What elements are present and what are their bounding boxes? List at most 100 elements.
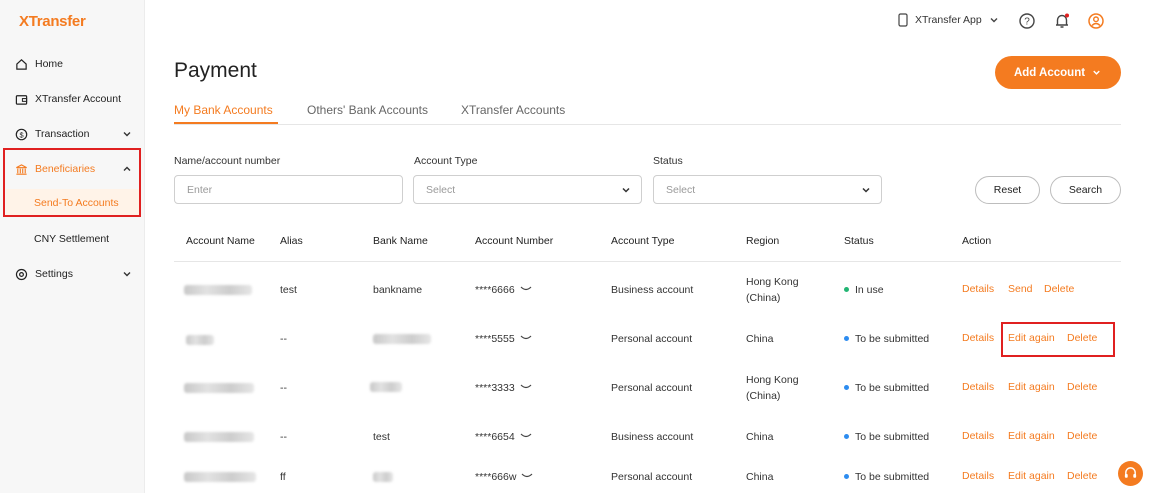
xtransfer-logo[interactable]: XTransfer — [19, 13, 86, 30]
sidebar-item-label: Transaction — [35, 128, 90, 140]
status-select[interactable]: Select — [653, 175, 882, 204]
account-number-text: ****666w — [475, 471, 517, 483]
account-number-cell: ****6654 — [475, 430, 532, 445]
bank-name-cell: bankname — [373, 284, 423, 296]
tab-my-bank-accounts[interactable]: My Bank Accounts — [174, 103, 273, 117]
search-button[interactable]: Search — [1050, 176, 1121, 204]
eye-closed-icon[interactable] — [520, 432, 532, 440]
alias-cell: -- — [280, 431, 287, 443]
region-cell: China — [746, 471, 774, 483]
tab-xtransfer-accounts[interactable]: XTransfer Accounts — [461, 103, 565, 117]
column-header-alias: Alias — [280, 235, 303, 247]
gear-icon — [14, 267, 28, 281]
svg-text:$: $ — [19, 130, 23, 139]
edit-again-link[interactable]: Edit again — [1008, 430, 1055, 442]
edit-again-link[interactable]: Edit again — [1008, 381, 1055, 393]
tab-others-bank-accounts[interactable]: Others' Bank Accounts — [307, 103, 428, 117]
status-text: To be submitted — [855, 431, 930, 443]
account-type-cell: Personal account — [611, 471, 693, 483]
redacted-account-name — [184, 432, 254, 442]
bank-name-cell: test — [373, 431, 390, 443]
status-dot — [844, 473, 849, 479]
delete-link[interactable]: Delete — [1067, 430, 1097, 442]
customer-support-button[interactable] — [1118, 461, 1143, 486]
details-link[interactable]: Details — [962, 332, 994, 344]
sidebar-item-label: XTransfer Account — [35, 93, 121, 105]
status-cell: To be submitted — [844, 470, 929, 485]
delete-link[interactable]: Delete — [1044, 283, 1074, 295]
account-type-cell: Personal account — [611, 382, 693, 394]
redacted-account-name — [186, 335, 214, 345]
alias-cell: ff — [280, 471, 286, 483]
account-type-cell: Business account — [611, 431, 694, 443]
region-cell-line2: (China) — [746, 292, 781, 304]
page-title: Payment — [174, 59, 257, 82]
help-icon[interactable]: ? — [1018, 12, 1036, 30]
status-value: Select — [666, 183, 696, 196]
column-header-account-type: Account Type — [611, 235, 675, 247]
status-filter-label: Status — [653, 155, 683, 167]
account-type-cell: Business account — [611, 284, 694, 296]
account-number-text: ****6654 — [475, 431, 515, 443]
account-number-text: ****5555 — [475, 333, 515, 345]
account-number-cell: ****3333 — [475, 381, 532, 396]
account-type-label: Account Type — [414, 155, 478, 167]
tab-bar: My Bank Accounts Others' Bank Accounts X… — [174, 100, 1121, 125]
details-link[interactable]: Details — [962, 283, 994, 295]
account-type-select[interactable]: Select — [413, 175, 642, 204]
sidebar-item-home[interactable]: Home — [0, 52, 145, 76]
region-cell: China — [746, 333, 774, 345]
status-dot — [844, 335, 849, 341]
details-link[interactable]: Details — [962, 470, 994, 482]
account-number-text: ****3333 — [475, 382, 515, 394]
eye-closed-icon[interactable] — [520, 285, 532, 293]
add-account-button[interactable]: Add Account — [995, 56, 1121, 89]
send-link[interactable]: Send — [1008, 283, 1033, 295]
sidebar-item-label: Home — [35, 58, 64, 70]
chevron-down-icon — [123, 272, 131, 277]
column-header-status: Status — [844, 235, 874, 247]
eye-closed-icon[interactable] — [521, 472, 533, 480]
user-avatar-icon[interactable] — [1087, 12, 1105, 30]
status-cell: To be submitted — [844, 332, 929, 347]
account-number-text: ****6666 — [475, 284, 515, 296]
chevron-down-icon — [990, 18, 998, 23]
status-dot — [844, 433, 849, 439]
status-cell: To be submitted — [844, 381, 929, 396]
chevron-down-icon — [622, 187, 630, 193]
account-type-value: Select — [426, 183, 456, 196]
dollar-circle-icon: $ — [14, 127, 28, 141]
account-type-cell: Personal account — [611, 333, 693, 345]
alias-cell: -- — [280, 382, 287, 394]
redacted-account-name — [184, 383, 254, 393]
status-cell: In use — [844, 283, 884, 298]
svg-text:?: ? — [1024, 17, 1030, 28]
status-text: To be submitted — [855, 382, 930, 394]
status-cell: To be submitted — [844, 430, 929, 445]
details-link[interactable]: Details — [962, 430, 994, 442]
chevron-down-icon — [862, 187, 870, 193]
account-number-cell: ****6666 — [475, 283, 532, 298]
name-input-placeholder: Enter — [187, 183, 213, 196]
bell-icon[interactable] — [1053, 12, 1071, 30]
delete-link[interactable]: Delete — [1067, 470, 1097, 482]
region-cell-line1: Hong Kong — [746, 276, 799, 288]
sidebar-item-settings[interactable]: Settings — [0, 262, 145, 286]
status-text: In use — [855, 284, 884, 296]
account-number-cell: ****5555 — [475, 332, 532, 347]
xtransfer-app-menu[interactable]: XTransfer App — [897, 13, 1000, 27]
delete-link[interactable]: Delete — [1067, 381, 1097, 393]
sidebar-item-cny-settlement[interactable]: CNY Settlement — [34, 233, 109, 245]
eye-closed-icon[interactable] — [520, 383, 532, 391]
name-search-input[interactable]: Enter — [174, 175, 403, 204]
column-header-account-number: Account Number — [475, 235, 554, 247]
eye-closed-icon[interactable] — [520, 334, 532, 342]
edit-again-link[interactable]: Edit again — [1008, 470, 1055, 482]
reset-button[interactable]: Reset — [975, 176, 1040, 204]
sidebar-item-transaction[interactable]: $ Transaction — [0, 122, 145, 146]
region-cell-line1: Hong Kong — [746, 374, 799, 386]
sidebar-item-xtransfer-account[interactable]: XTransfer Account — [0, 87, 145, 111]
xtransfer-app-label: XTransfer App — [915, 14, 982, 26]
sidebar: XTransfer Home XTransfer Account $ Trans… — [0, 0, 145, 493]
details-link[interactable]: Details — [962, 381, 994, 393]
